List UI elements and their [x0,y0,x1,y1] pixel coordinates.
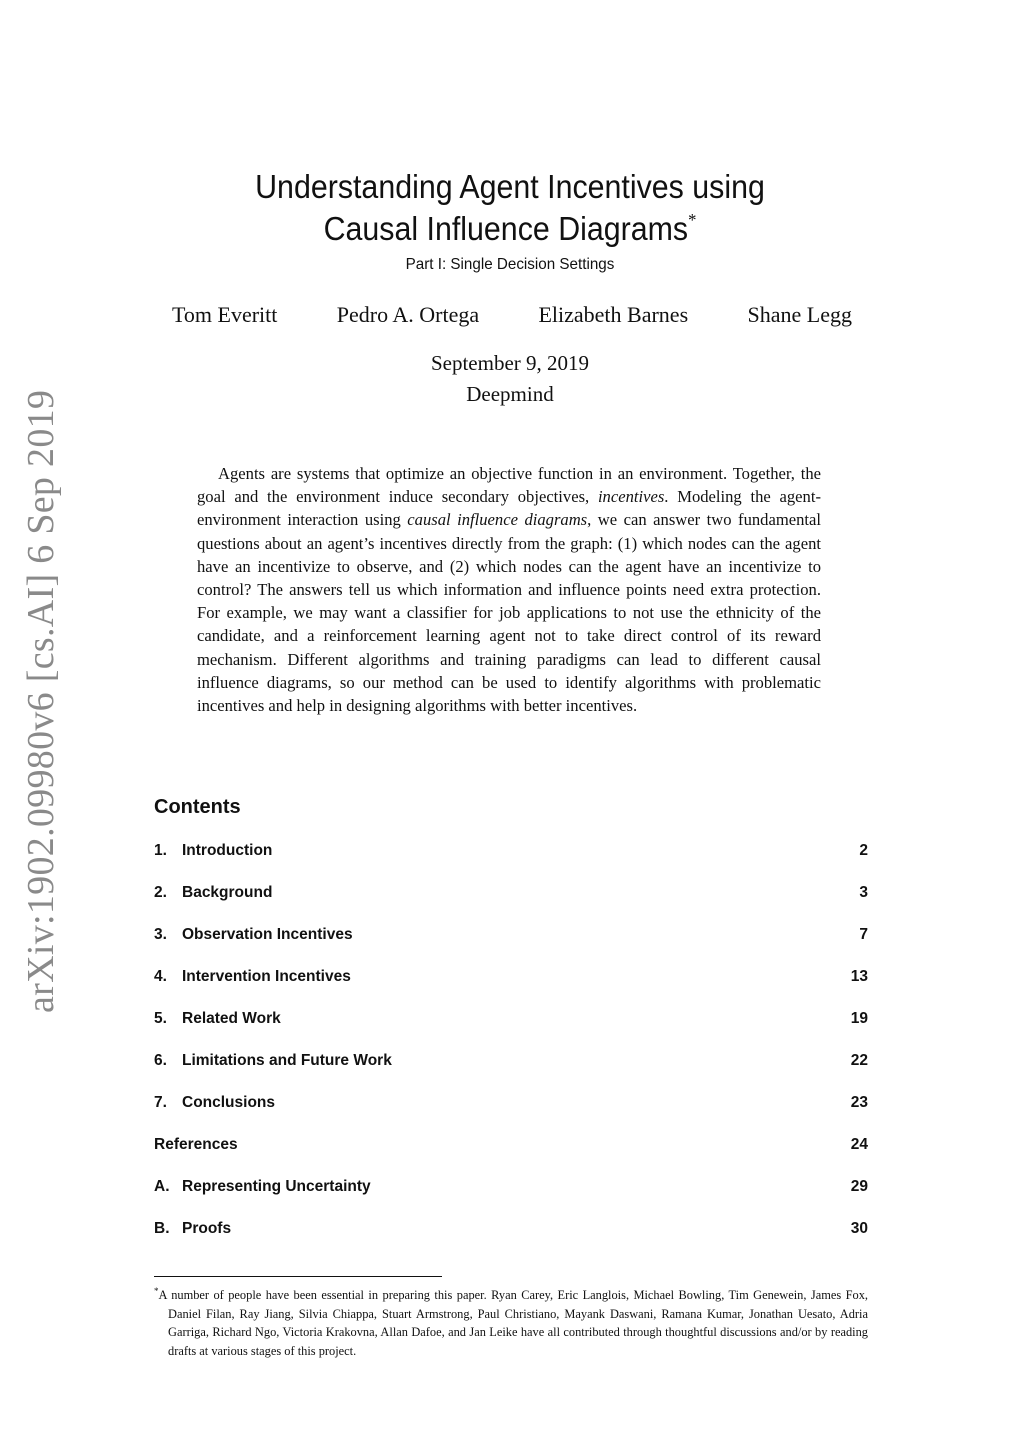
author-name: Tom Everitt [172,302,278,327]
toc-entry-representing-uncertainty[interactable]: A. Representing Uncertainty 29 [154,1178,868,1220]
toc-entry-page[interactable]: 7 [859,926,868,944]
toc-entry-number: 7. [154,1094,167,1111]
abstract-emphasis: incentives [597,487,665,507]
abstract: Agents are systems that optimize an obje… [197,462,821,717]
toc-entry-number: 1. [154,842,167,859]
footnote-divider [154,1276,442,1277]
toc-entry-limitations[interactable]: 6. Limitations and Future Work 22 [154,1052,868,1094]
toc-entry-page[interactable]: 24 [851,1136,868,1154]
abstract-emphasis: causal influence diagrams [407,510,588,530]
toc-entry-title[interactable]: Intervention Incentives [182,968,351,986]
toc-entry-title[interactable]: Conclusions [182,1094,275,1112]
toc-entry-proofs[interactable]: B. Proofs 30 [154,1220,868,1262]
toc-entry-number: 2. [154,884,167,901]
title-footnote-marker[interactable]: * [688,210,696,230]
toc-entry-title[interactable]: Limitations and Future Work [182,1052,392,1070]
toc-entry-observation-incentives[interactable]: 3. Observation Incentives 7 [154,926,868,968]
affiliation: Deepmind [466,382,554,406]
paper-title-line-2: Causal Influence Diagrams* [41,210,979,248]
toc-entry-page[interactable]: 30 [851,1220,868,1238]
toc-entry-number: 3. [154,926,167,943]
publication-date: September 9, 2019 [430,351,590,375]
toc-entry-references[interactable]: References 24 [154,1136,868,1178]
paper-title-line-2-text: Causal Influence Diagrams [323,210,689,247]
contents-heading: Contents [154,796,241,818]
toc-entry-related-work[interactable]: 5. Related Work 19 [154,1010,868,1052]
author-name: Shane Legg [747,302,852,327]
author-list: Tom Everitt Pedro A. Ortega Elizabeth Ba… [172,302,852,328]
toc-entry-title[interactable]: Proofs [182,1220,231,1238]
toc-entry-intervention-incentives[interactable]: 4. Intervention Incentives 13 [154,968,868,1010]
toc-entry-introduction[interactable]: 1. Introduction 2 [154,842,868,884]
toc-entry-number: A. [154,1178,170,1195]
toc-entry-title[interactable]: Observation Incentives [182,926,353,944]
footnote-text: A number of people have been essential i… [158,1288,869,1358]
toc-entry-number: 4. [154,968,167,985]
toc-entry-title[interactable]: References [154,1136,238,1154]
paper-subtitle: Part I: Single Decision Settings [405,256,615,273]
footnote: *A number of people have been essential … [154,1282,868,1360]
toc-entry-conclusions[interactable]: 7. Conclusions 23 [154,1094,868,1136]
toc-entry-page[interactable]: 2 [859,842,868,860]
toc-entry-title[interactable]: Introduction [182,842,272,860]
toc-entry-title[interactable]: Representing Uncertainty [182,1178,371,1196]
arxiv-identifier-stamp: arXiv:1902.09980v6 [cs.AI] 6 Sep 2019 [20,389,62,1013]
toc-entry-number: 6. [154,1052,167,1069]
toc-entry-title[interactable]: Background [182,884,272,902]
abstract-text: , we can answer two fundamental question… [197,510,821,716]
toc-entry-number: B. [154,1220,170,1237]
toc-entry-page[interactable]: 23 [851,1094,868,1112]
toc-entry-title[interactable]: Related Work [182,1010,281,1028]
toc-entry-page[interactable]: 3 [859,884,868,902]
toc-entry-page[interactable]: 29 [851,1178,868,1196]
toc-entry-page[interactable]: 13 [851,968,868,986]
paper-title-line-1: Understanding Agent Incentives using [255,168,765,205]
toc-entry-background[interactable]: 2. Background 3 [154,884,868,926]
toc-entry-number: 5. [154,1010,167,1027]
author-name: Elizabeth Barnes [538,302,689,327]
author-name: Pedro A. Ortega [336,302,480,327]
toc-entry-page[interactable]: 22 [851,1052,868,1070]
toc-entry-page[interactable]: 19 [851,1010,868,1028]
table-of-contents: 1. Introduction 2 2. Background 3 3. Obs… [154,842,868,1262]
